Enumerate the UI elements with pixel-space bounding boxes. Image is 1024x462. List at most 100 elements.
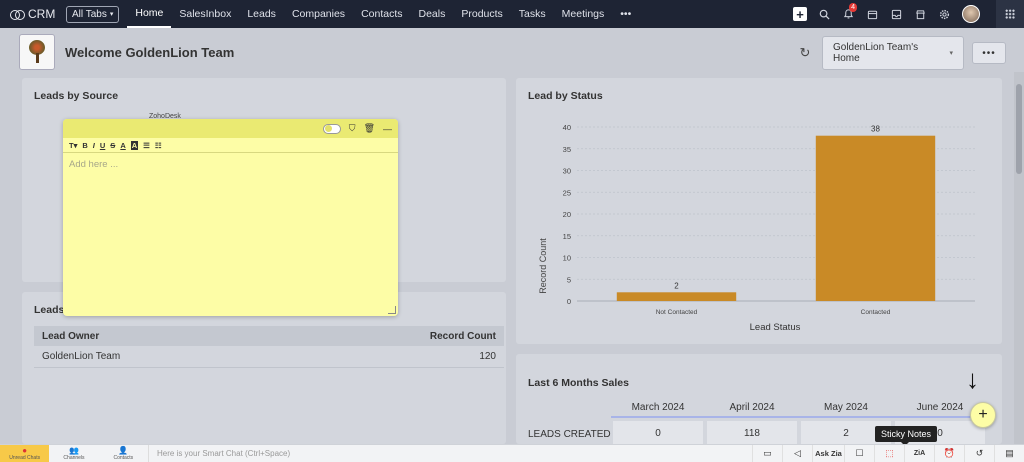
print-icon[interactable]: ▤ bbox=[993, 444, 1024, 462]
contacts-label: Contacts bbox=[113, 454, 134, 461]
top-navigation: CRM All Tabs ▾ Home SalesInbox Leads Com… bbox=[0, 0, 1024, 28]
settings-button[interactable] bbox=[932, 0, 956, 28]
sticky-notes-icon[interactable]: ⬚ bbox=[873, 444, 904, 462]
plus-icon: + bbox=[793, 7, 807, 22]
search-button[interactable] bbox=[812, 0, 836, 28]
resize-handle-icon[interactable] bbox=[388, 306, 396, 314]
chart-y-tick-label: 20 bbox=[563, 210, 571, 219]
add-sticky-note-button[interactable]: + bbox=[970, 402, 996, 428]
text-color-tool[interactable]: A bbox=[120, 141, 125, 150]
chart-y-tick-label: 40 bbox=[563, 123, 571, 132]
contacts-button[interactable]: 👤 Contacts bbox=[99, 445, 148, 462]
chart-y-tick-label: 0 bbox=[567, 297, 571, 306]
caret-down-icon: ▾ bbox=[109, 11, 114, 18]
tab-contacts[interactable]: Contacts bbox=[353, 0, 410, 28]
sales-table: March 2024 April 2024 May 2024 June 2024… bbox=[516, 398, 1002, 450]
month-col: May 2024 bbox=[799, 398, 893, 418]
page-title: Welcome GoldenLion Team bbox=[65, 44, 235, 60]
channels-label: Channels bbox=[63, 454, 85, 461]
note-color-picker[interactable] bbox=[322, 123, 341, 134]
sales-header-row: March 2024 April 2024 May 2024 June 2024 bbox=[516, 398, 1002, 418]
row-owner: GoldenLion Team bbox=[42, 351, 121, 362]
module-tabs: Home SalesInbox Leads Companies Contacts… bbox=[127, 0, 639, 28]
lead-by-status-card: Lead by Status 0 5 10 15 20 25 30 35 40 2 Not Con… bbox=[516, 78, 1002, 344]
refresh-icon[interactable]: ↻ bbox=[796, 45, 814, 61]
sticky-note[interactable]: ⛉ 🗑 — T▾ B I U S A A ☰ ☷ Add here ... bbox=[63, 119, 398, 316]
italic-tool[interactable]: I bbox=[93, 141, 95, 150]
row-label: LEADS CREATED bbox=[528, 428, 611, 440]
tab-companies[interactable]: Companies bbox=[284, 0, 353, 28]
strikethrough-tool[interactable]: S bbox=[110, 141, 115, 150]
sticky-note-titlebar[interactable]: ⛉ 🗑 — bbox=[63, 119, 398, 138]
more-options-button[interactable]: ••• bbox=[972, 42, 1006, 64]
tab-tasks[interactable]: Tasks bbox=[511, 0, 554, 28]
brand-name: CRM bbox=[28, 7, 56, 21]
tab-leads[interactable]: Leads bbox=[239, 0, 284, 28]
chart-bars bbox=[616, 135, 936, 301]
pin-icon[interactable]: ⛉ bbox=[349, 123, 356, 134]
bold-tool[interactable]: B bbox=[82, 141, 87, 150]
table-header: Lead Owner Record Count bbox=[34, 326, 504, 346]
lead-owner-card-title: Leads bbox=[34, 304, 65, 316]
alarm-clock-icon[interactable]: ⏰ bbox=[933, 444, 964, 462]
sticky-note-editor[interactable]: Add here ... bbox=[63, 153, 398, 176]
home-view-select[interactable]: GoldenLion Team's Home ▾ bbox=[822, 36, 964, 70]
highlight-tool[interactable]: A bbox=[130, 140, 139, 150]
bullet-list-tool[interactable]: ☰ bbox=[143, 141, 150, 150]
bottom-bar: ● Unread Chats 👥 Channels 👤 Contacts Her… bbox=[0, 444, 1024, 462]
font-size-tool[interactable]: T▾ bbox=[69, 141, 77, 150]
chart-x-tick-label: Contacted bbox=[861, 309, 891, 316]
minimize-icon[interactable]: — bbox=[383, 124, 392, 134]
tab-meetings[interactable]: Meetings bbox=[554, 0, 613, 28]
plus-icon: + bbox=[978, 406, 988, 423]
inbox-icon bbox=[891, 9, 901, 19]
unread-chats-button[interactable]: ● Unread Chats bbox=[0, 444, 50, 462]
inbox-button[interactable] bbox=[884, 0, 908, 28]
search-icon bbox=[819, 9, 830, 20]
chart-x-axis-label: Lead Status bbox=[750, 322, 801, 333]
ask-zia-button[interactable]: Ask Zia bbox=[811, 444, 844, 462]
user-avatar bbox=[962, 5, 980, 23]
scrollbar-thumb[interactable] bbox=[1016, 84, 1022, 174]
down-arrow-icon: ↓ bbox=[966, 364, 979, 394]
leads-by-source-title: Leads by Source bbox=[34, 90, 119, 102]
col-lead-owner: Lead Owner bbox=[42, 330, 100, 342]
tab-products[interactable]: Products bbox=[453, 0, 510, 28]
zoho-logo-icon bbox=[10, 9, 25, 20]
chart-y-tick-label: 25 bbox=[563, 188, 571, 197]
history-icon[interactable]: ↺ bbox=[963, 444, 994, 462]
chat-bubble-icon[interactable]: ▭ bbox=[751, 444, 782, 462]
chart-y-ticks: 0 5 10 15 20 25 30 35 40 bbox=[563, 123, 571, 306]
chart-bar bbox=[616, 292, 737, 301]
zia-icon[interactable]: ZiA bbox=[903, 444, 934, 462]
all-tabs-button[interactable]: All Tabs ▾ bbox=[66, 5, 120, 23]
home-view-label: GoldenLion Team's Home bbox=[833, 42, 919, 64]
lead-status-bar-chart: 0 5 10 15 20 25 30 35 40 2 Not Contacted 38 Contact… bbox=[538, 123, 975, 333]
chart-bar bbox=[815, 135, 936, 301]
notifications-button[interactable]: 4 bbox=[836, 0, 860, 28]
apps-grid-button[interactable] bbox=[996, 0, 1024, 28]
delete-icon[interactable]: 🗑 bbox=[364, 123, 375, 134]
tab-home[interactable]: Home bbox=[127, 0, 172, 28]
feedback-icon[interactable]: ☐ bbox=[843, 444, 874, 462]
tab-more[interactable]: ••• bbox=[612, 0, 639, 28]
col-record-count: Record Count bbox=[429, 330, 496, 342]
profile-button[interactable] bbox=[956, 0, 986, 28]
smart-chat-input[interactable]: Here is your Smart Chat (Ctrl+Space) bbox=[147, 444, 752, 462]
numbered-list-tool[interactable]: ☷ bbox=[155, 141, 162, 150]
channels-button[interactable]: 👥 Channels bbox=[49, 445, 98, 462]
org-logo bbox=[19, 34, 55, 70]
bottom-actions: ▭ ◁ Ask Zia ☐ ⬚ ZiA ⏰ ↺ ▤ bbox=[751, 444, 1024, 462]
page-scrollbar[interactable] bbox=[1014, 72, 1024, 444]
tab-salesinbox[interactable]: SalesInbox bbox=[171, 0, 239, 28]
announcement-icon[interactable]: ◁ bbox=[781, 444, 812, 462]
tab-deals[interactable]: Deals bbox=[411, 0, 454, 28]
underline-tool[interactable]: U bbox=[100, 141, 105, 150]
sticky-notes-tooltip: Sticky Notes bbox=[875, 426, 938, 446]
create-button[interactable]: + bbox=[788, 0, 812, 28]
calendar-button[interactable] bbox=[860, 0, 884, 28]
crm-brand[interactable]: CRM bbox=[0, 7, 66, 21]
marketplace-button[interactable] bbox=[908, 0, 932, 28]
unread-chats-label: Unread Chats bbox=[9, 454, 41, 461]
table-row[interactable]: GoldenLion Team 120 bbox=[34, 346, 504, 368]
